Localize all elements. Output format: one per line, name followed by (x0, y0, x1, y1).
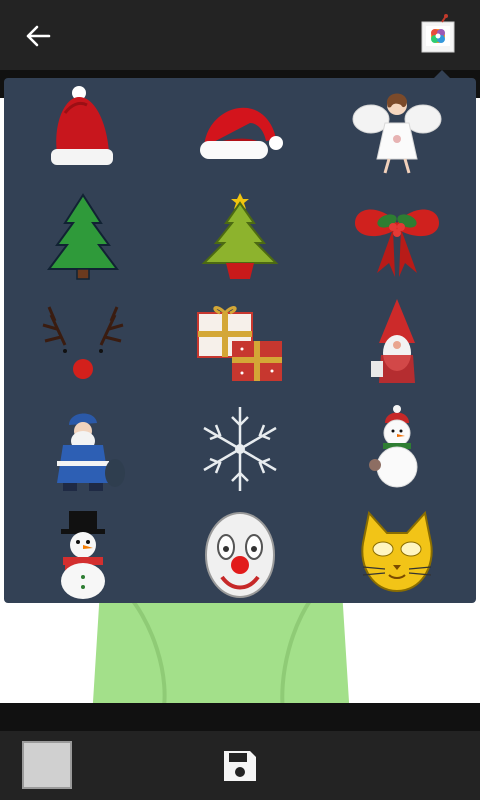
angel-icon (352, 93, 441, 174)
sticker-angel[interactable] (318, 78, 475, 184)
sticker-clown-mask[interactable] (161, 502, 318, 603)
sticker-gnome[interactable] (318, 290, 475, 396)
popup-pointer (434, 70, 450, 78)
snowflake-icon (202, 407, 277, 491)
color-picker-swatch[interactable] (22, 741, 72, 789)
cat-mask-icon (360, 510, 433, 593)
sticker-gift-boxes[interactable] (161, 290, 318, 396)
sticker-holly-bow[interactable] (318, 184, 475, 290)
back-button[interactable] (18, 18, 58, 54)
bow-icon (354, 209, 439, 277)
save-button[interactable] (220, 747, 260, 785)
sticker-christmas-tree-potted[interactable] (161, 184, 318, 290)
snowman-icon (368, 405, 417, 488)
sticker-reindeer-antlers[interactable] (4, 290, 161, 396)
clown-mask-icon (204, 512, 275, 598)
santa-icon (56, 413, 125, 491)
sticker-grid (4, 78, 476, 603)
bottom-toolbar (0, 731, 480, 800)
santa-hat-icon (50, 86, 113, 165)
sticker-santa-hat-floppy[interactable] (161, 78, 318, 184)
santa-hat-icon (199, 107, 283, 159)
gnome-icon (370, 299, 415, 383)
bottom-shadow-strip (0, 703, 480, 731)
sticker-christmas-tree-outline[interactable] (4, 184, 161, 290)
sticker-santa-figure[interactable] (4, 396, 161, 502)
christmas-tree-icon (46, 193, 119, 280)
sticker-snowflake[interactable] (161, 396, 318, 502)
sticker-cat-mask[interactable] (318, 502, 475, 603)
sticker-snowman-top-hat[interactable] (4, 502, 161, 603)
arrow-left-icon (26, 25, 51, 47)
sticker-snowman-small[interactable] (318, 396, 475, 502)
sticker-santa-hat-tall[interactable] (4, 78, 161, 184)
gift-icon (196, 306, 282, 381)
snowman-icon (60, 511, 105, 599)
sticker-picker-panel (4, 78, 476, 603)
save-icon (224, 751, 256, 781)
christmas-tree-icon (201, 193, 278, 279)
gallery-button[interactable] (418, 14, 458, 56)
photo-gallery-icon (421, 14, 455, 53)
top-toolbar (0, 0, 480, 70)
antlers-icon (42, 306, 123, 379)
